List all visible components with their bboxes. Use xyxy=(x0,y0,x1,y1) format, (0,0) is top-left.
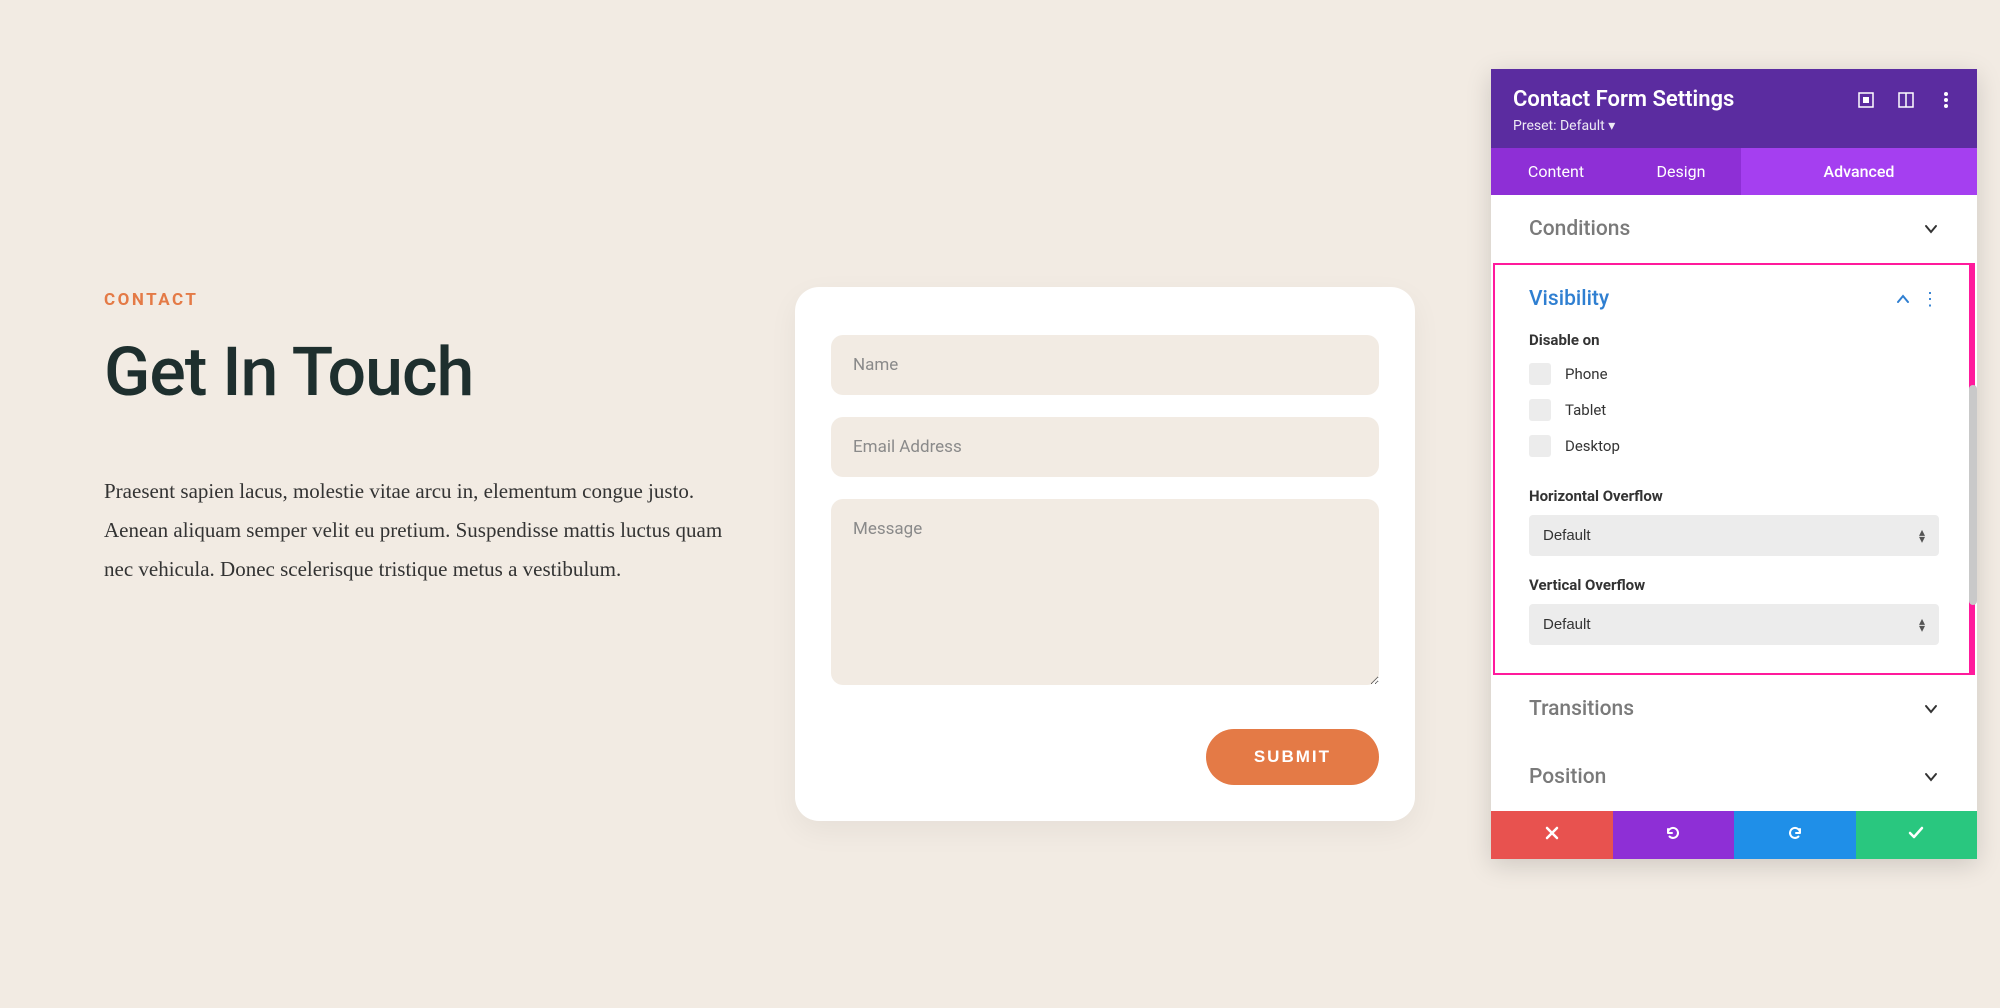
email-input[interactable] xyxy=(831,417,1379,477)
horizontal-overflow-select[interactable]: Default xyxy=(1529,515,1939,556)
checkbox-desktop[interactable] xyxy=(1529,435,1551,457)
close-icon xyxy=(1544,825,1560,846)
contact-form-card: SUBMIT xyxy=(795,287,1415,821)
split-view-icon[interactable] xyxy=(1897,91,1915,109)
expand-icon[interactable] xyxy=(1857,91,1875,109)
settings-panel: Contact Form Settings Preset: Default ▾ … xyxy=(1491,69,1977,859)
vertical-overflow-select[interactable]: Default xyxy=(1529,604,1939,645)
chevron-down-icon xyxy=(1923,701,1939,717)
panel-header: Contact Form Settings Preset: Default ▾ xyxy=(1491,69,1977,148)
scrollbar-thumb[interactable] xyxy=(1969,385,1977,605)
checkbox-phone[interactable] xyxy=(1529,363,1551,385)
horizontal-overflow-label: Horizontal Overflow xyxy=(1495,467,1973,515)
section-visibility-label: Visibility xyxy=(1529,287,1609,311)
section-visibility[interactable]: Visibility ⋮ xyxy=(1495,265,1973,325)
close-button[interactable] xyxy=(1491,811,1613,859)
page-headline: Get In Touch xyxy=(104,332,744,412)
section-transitions-label: Transitions xyxy=(1529,697,1634,721)
panel-body: Conditions Visibility ⋮ Disable on Phone xyxy=(1491,195,1977,811)
chevron-down-icon xyxy=(1923,221,1939,237)
tab-design[interactable]: Design xyxy=(1621,148,1741,195)
tab-advanced[interactable]: Advanced xyxy=(1741,148,1977,195)
panel-title: Contact Form Settings xyxy=(1513,87,1734,112)
section-conditions[interactable]: Conditions xyxy=(1491,195,1977,263)
check-icon xyxy=(1907,824,1925,847)
visibility-kebab-icon[interactable]: ⋮ xyxy=(1921,289,1939,310)
confirm-button[interactable] xyxy=(1856,811,1978,859)
submit-button[interactable]: SUBMIT xyxy=(1206,729,1379,785)
preset-dropdown[interactable]: Preset: Default ▾ xyxy=(1513,118,1955,134)
redo-icon xyxy=(1786,824,1804,847)
chevron-up-icon xyxy=(1895,291,1911,307)
disable-on-label: Disable on xyxy=(1495,325,1973,359)
section-visibility-highlight: Visibility ⋮ Disable on Phone Tablet xyxy=(1493,263,1975,675)
checkbox-desktop-label: Desktop xyxy=(1565,437,1620,455)
redo-button[interactable] xyxy=(1734,811,1856,859)
name-input[interactable] xyxy=(831,335,1379,395)
vertical-overflow-label: Vertical Overflow xyxy=(1495,556,1973,604)
checkbox-tablet[interactable] xyxy=(1529,399,1551,421)
page-body-text: Praesent sapien lacus, molestie vitae ar… xyxy=(104,472,724,589)
contact-eyebrow: CONTACT xyxy=(104,290,744,310)
panel-tabs: Content Design Advanced xyxy=(1491,148,1977,195)
section-position-label: Position xyxy=(1529,765,1606,789)
section-conditions-label: Conditions xyxy=(1529,217,1630,241)
checkbox-phone-label: Phone xyxy=(1565,365,1608,383)
chevron-down-icon xyxy=(1923,769,1939,785)
message-textarea[interactable] xyxy=(831,499,1379,685)
undo-icon xyxy=(1664,824,1682,847)
checkbox-tablet-label: Tablet xyxy=(1565,401,1606,419)
undo-button[interactable] xyxy=(1613,811,1735,859)
section-position[interactable]: Position xyxy=(1491,743,1977,811)
kebab-menu-icon[interactable] xyxy=(1937,91,1955,109)
section-transitions[interactable]: Transitions xyxy=(1491,675,1977,743)
panel-footer xyxy=(1491,811,1977,859)
tab-content[interactable]: Content xyxy=(1491,148,1621,195)
